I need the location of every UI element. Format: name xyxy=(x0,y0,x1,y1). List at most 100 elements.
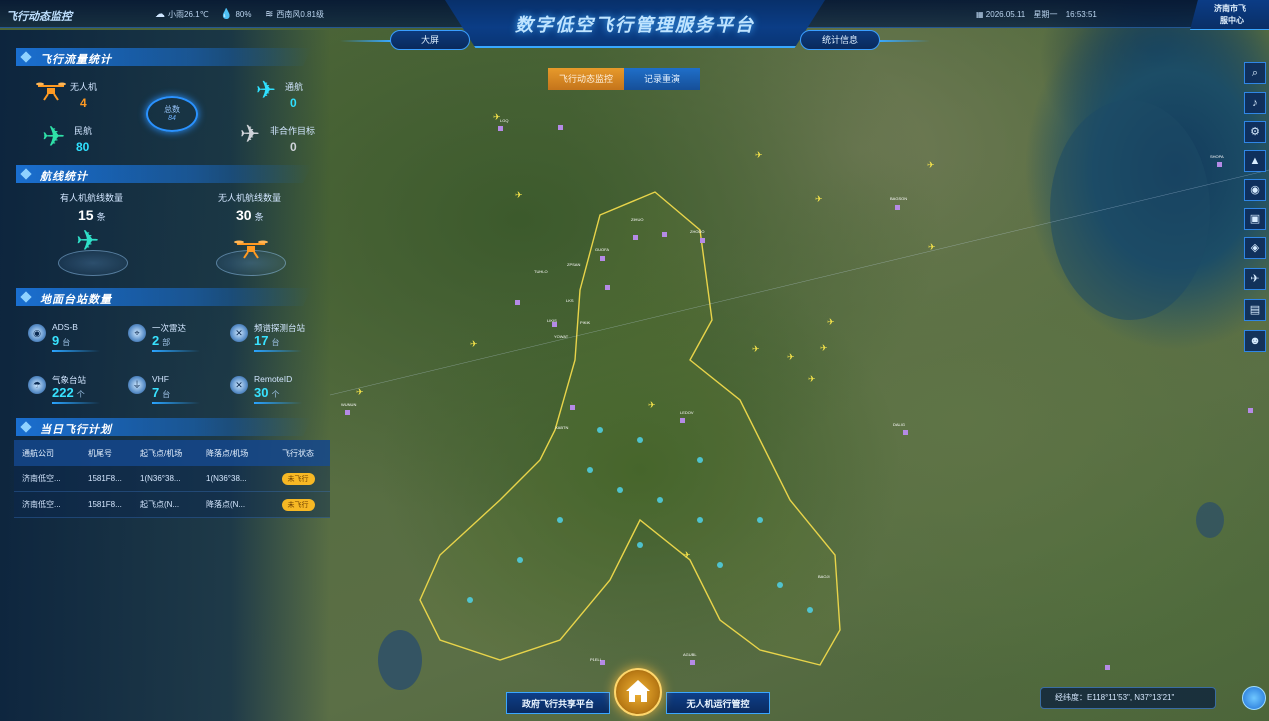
flight-icon[interactable]: ✈ xyxy=(1244,268,1266,290)
station-value: 2部 xyxy=(152,333,170,348)
waypoint-label: AGUBL xyxy=(683,652,697,657)
airport-marker xyxy=(605,285,610,290)
gov-flight-share-tab[interactable]: 政府飞行共享平台 xyxy=(506,692,610,714)
humidity: 💧 80% xyxy=(220,9,251,20)
station-bar xyxy=(254,350,302,352)
layers-icon[interactable]: ◈ xyxy=(1244,237,1266,259)
station-count: 30 xyxy=(254,385,269,400)
home-button[interactable] xyxy=(614,668,662,716)
section-title: 当日飞行计划 xyxy=(40,424,112,436)
svg-text:✈: ✈ xyxy=(808,374,816,384)
svg-text:✈: ✈ xyxy=(356,387,364,397)
airport-marker xyxy=(515,300,520,305)
station-unit: 台 xyxy=(62,338,71,347)
svg-text:✈: ✈ xyxy=(515,190,523,200)
station-count: 2 xyxy=(152,333,160,348)
waypoint-label: TUHLO xyxy=(534,269,548,274)
waypoint-label: YOWAT xyxy=(554,334,569,339)
spectrum-icon: ✕ xyxy=(230,324,248,342)
column-header: 起飞点/机场 xyxy=(140,448,183,458)
section-title: 飞行流量统计 xyxy=(40,54,112,66)
waypoint-label: ZHODO xyxy=(690,229,704,234)
camera-icon[interactable]: ▣ xyxy=(1244,208,1266,230)
svg-text:✈: ✈ xyxy=(755,150,763,160)
station-value: 7台 xyxy=(152,385,170,400)
station-value: 222 个 xyxy=(52,385,85,400)
wind: ≋ 西南风0.81级 xyxy=(265,9,324,20)
status-cell: 未飞行 xyxy=(266,472,330,485)
table-cell: 1581F8... xyxy=(88,474,122,483)
city-line2: 服中心 xyxy=(1220,16,1244,25)
city-center-badge[interactable]: 济南市飞 服中心 xyxy=(1190,0,1269,30)
waypoint-label: LEDOV xyxy=(680,410,694,415)
station-remoteid: ✕ RemoteID 30 个 xyxy=(230,374,326,408)
station-primary-radar: ⌖ 一次雷达 2部 xyxy=(128,322,228,356)
station-count: 9 xyxy=(52,333,60,348)
tab-dashboard[interactable]: 大屏 xyxy=(390,30,470,50)
station-bar xyxy=(152,350,200,352)
photo-icon[interactable]: ▤ xyxy=(1244,299,1266,321)
total-ring: 总数 84 xyxy=(146,96,198,132)
antenna-icon: ⏚ xyxy=(128,376,146,394)
section-title: 航线统计 xyxy=(40,171,88,183)
page-title: 数字低空飞行管理服务平台 xyxy=(515,15,755,35)
station-vhf: ⏚ VHF 7台 xyxy=(128,374,228,408)
manned-route-count: 15 条 xyxy=(78,207,106,223)
station-count: 17 xyxy=(254,333,269,348)
weather-station-icon: ☂ xyxy=(28,376,46,394)
city-line1: 济南市飞 xyxy=(1214,4,1246,13)
section-title: 地面台站数量 xyxy=(40,294,112,306)
station-name: ADS-B xyxy=(52,322,78,332)
civil-aviation-icon: ✈ xyxy=(42,121,66,152)
stat-drone: 无人机 4 xyxy=(70,80,97,110)
stat-noncoop: 非合作目标 0 xyxy=(270,124,315,154)
humidity-icon: 💧 xyxy=(220,9,233,20)
date-text: 2026.05.11 xyxy=(985,10,1026,19)
table-row[interactable]: 济南低空... 1581F8... 起飞点(N... 降落点(N... 未飞行 xyxy=(14,492,330,518)
drone-control-tab[interactable]: 无人机运行管控 xyxy=(666,692,770,714)
stat-civil-value: 80 xyxy=(76,140,90,154)
date-time: ▦ 2026.05.11 星期一 16:53:51 xyxy=(976,9,1097,20)
station-unit: 台 xyxy=(271,338,280,347)
lake xyxy=(1196,502,1224,538)
search-icon[interactable]: ⌕ xyxy=(1244,62,1266,84)
tab-statistics[interactable]: 统计信息 xyxy=(800,30,880,50)
svg-text:✈: ✈ xyxy=(787,352,795,362)
status-badge: 未飞行 xyxy=(281,498,315,511)
mode-flight-monitor-button[interactable]: 飞行动态监控 xyxy=(548,68,624,90)
section-flight-plan: 当日飞行计划 xyxy=(16,418,312,436)
table-cell: 起飞点(N... xyxy=(140,500,180,509)
table-cell: 降落点(N... xyxy=(206,500,246,509)
stat-noncoop-value: 0 xyxy=(290,140,297,154)
warning-icon[interactable]: ▲ xyxy=(1244,150,1266,172)
section-flight-flow: 飞行流量统计 xyxy=(16,48,312,66)
status-cell: 未飞行 xyxy=(266,498,330,511)
unmanned-route-count: 30 条 xyxy=(236,207,264,223)
total-label: 总数 xyxy=(164,105,180,114)
gear-icon[interactable]: ⚙ xyxy=(1244,121,1266,143)
waypoint-label: LKS xyxy=(566,298,574,303)
eye-icon[interactable]: ◉ xyxy=(1244,179,1266,201)
station-weather: ☂ 气象台站 222 个 xyxy=(28,374,128,408)
mode-replay-button[interactable]: 记录重演 xyxy=(624,68,700,90)
region-boundary xyxy=(419,191,841,666)
table-row[interactable]: 济南低空... 1581F8... 1(N36°38... 1(N36°38..… xyxy=(14,466,330,492)
user-icon[interactable]: ☻ xyxy=(1244,330,1266,352)
bell-icon[interactable]: ♪ xyxy=(1244,92,1266,114)
assistant-icon[interactable] xyxy=(1242,686,1266,710)
home-icon xyxy=(626,680,650,702)
svg-text:✈: ✈ xyxy=(815,194,823,204)
station-unit: 部 xyxy=(162,338,171,347)
waypoint-label: DALIG xyxy=(893,422,905,427)
manned-route-label: 有人机航线数量 xyxy=(60,193,124,203)
station-adsb: ◉ ADS-B 9台 xyxy=(28,322,128,356)
table-cell: 1(N36°38... xyxy=(206,474,247,483)
svg-text:✈: ✈ xyxy=(820,343,828,353)
weekday-text: 星期一 xyxy=(1033,10,1058,19)
section-ground-stations: 地面台站数量 xyxy=(16,288,312,306)
wind-icon: ≋ xyxy=(265,9,274,20)
waypoint-label: SHOPA xyxy=(1210,154,1224,159)
airport-marker xyxy=(498,126,503,131)
stat-general-value: 0 xyxy=(290,96,297,110)
station-unit: 个 xyxy=(271,390,280,399)
